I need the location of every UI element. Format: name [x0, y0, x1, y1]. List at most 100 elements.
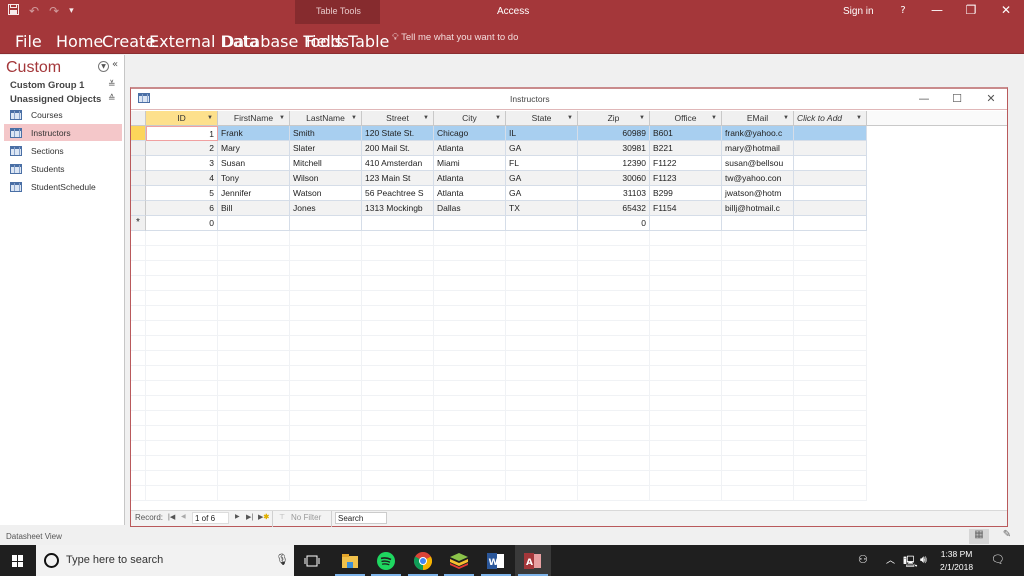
cell-zip[interactable]: 31103 [578, 186, 650, 201]
cell-firstname[interactable]: Mary [218, 141, 290, 156]
system-clock[interactable]: 1:38 PM 2/1/2018 [940, 548, 973, 574]
tab-file[interactable]: File [15, 32, 42, 51]
cell-zip[interactable]: 12390 [578, 156, 650, 171]
record-selector[interactable] [131, 186, 146, 201]
cell-city[interactable]: Atlanta [434, 141, 506, 156]
new-cell[interactable] [434, 216, 506, 231]
cell-lastname[interactable]: Smith [290, 126, 362, 141]
chevron-down-icon[interactable]: ≚ [108, 80, 116, 90]
cell-state[interactable]: GA [506, 171, 578, 186]
dropdown-arrow-icon[interactable]: ▼ [279, 111, 285, 125]
taskbar-word[interactable]: W [478, 545, 514, 576]
cell-state[interactable]: FL [506, 156, 578, 171]
cell-email[interactable]: tw@yahoo.con [722, 171, 794, 186]
taskbar-access[interactable]: A [515, 545, 551, 576]
nav-group-unassigned[interactable]: Unassigned Objects [10, 94, 101, 105]
dropdown-arrow-icon[interactable]: ▼ [711, 111, 717, 125]
taskbar-spotify[interactable] [368, 545, 404, 576]
column-header-email[interactable]: EMail ▼ [722, 111, 794, 126]
cell-office[interactable]: F1123 [650, 171, 722, 186]
taskbar-file-explorer[interactable] [332, 545, 368, 576]
column-header-office[interactable]: Office ▼ [650, 111, 722, 126]
datasheet-view-button[interactable]: ▦ [969, 529, 989, 544]
nav-item-studentschedule[interactable]: StudentSchedule [4, 178, 122, 195]
cell-street[interactable]: 120 State St. [362, 126, 434, 141]
cell-click-to-add[interactable] [794, 201, 867, 216]
cell-id[interactable]: 2 [146, 141, 218, 156]
nav-group-custom-group-1[interactable]: Custom Group 1 [10, 80, 84, 91]
tell-me-box[interactable]: 💡︎ Tell me what you want to do [392, 32, 518, 43]
design-view-button[interactable]: ✎ [997, 529, 1017, 544]
action-center-icon[interactable]: 🗨︎ [991, 553, 1005, 566]
cell-id[interactable]: 5 [146, 186, 218, 201]
search-field[interactable]: Search [335, 512, 387, 524]
start-button[interactable] [0, 545, 36, 576]
next-record-button[interactable]: ▶ [235, 513, 240, 520]
table-row[interactable]: 2 Mary Slater 200 Mail St. Atlanta GA 30981 B22… [131, 141, 1007, 156]
cell-city[interactable]: Dallas [434, 201, 506, 216]
cell-click-to-add[interactable] [794, 186, 867, 201]
cell-city[interactable]: Miami [434, 156, 506, 171]
dropdown-arrow-icon[interactable]: ▼ [351, 111, 357, 125]
cell-lastname[interactable]: Slater [290, 141, 362, 156]
doc-maximize-button[interactable]: ☐ [949, 92, 965, 105]
dropdown-arrow-icon[interactable]: ▼ [783, 111, 789, 125]
dropdown-arrow-icon[interactable]: ▼ [567, 111, 573, 125]
cell-zip[interactable]: 65432 [578, 201, 650, 216]
volume-icon[interactable]: 🔊︎ [920, 553, 927, 567]
cell-lastname[interactable]: Wilson [290, 171, 362, 186]
cell-click-to-add[interactable] [794, 171, 867, 186]
cell-state[interactable]: GA [506, 141, 578, 156]
cell-street[interactable]: 56 Peachtree S [362, 186, 434, 201]
table-row[interactable]: 3 Susan Mitchell 410 Amsterdan Miami FL 12390 F… [131, 156, 1007, 171]
cell-email[interactable]: jwatson@hotm [722, 186, 794, 201]
nav-pane-title[interactable]: Custom [6, 59, 61, 77]
help-button[interactable]: ? [893, 5, 913, 16]
nav-item-instructors[interactable]: Instructors [4, 124, 122, 141]
cell-email[interactable]: frank@yahoo.c [722, 126, 794, 141]
cell-office[interactable]: B601 [650, 126, 722, 141]
record-selector[interactable] [131, 156, 146, 171]
cell-zip[interactable]: 60989 [578, 126, 650, 141]
network-icon[interactable]: 🖳︎ [903, 553, 918, 572]
record-selector[interactable] [131, 171, 146, 186]
cell-firstname[interactable]: Bill [218, 201, 290, 216]
tab-table[interactable]: Table [348, 32, 389, 51]
new-cell[interactable] [362, 216, 434, 231]
microphone-icon[interactable]: 🎙︎ [275, 553, 289, 566]
customize-qat-icon[interactable]: ▾ [69, 6, 74, 16]
cell-state[interactable]: IL [506, 126, 578, 141]
tab-home[interactable]: Home [56, 32, 103, 51]
column-header-street[interactable]: Street ▼ [362, 111, 434, 126]
table-row[interactable]: 1 Frank Smith 120 State St. Chicago IL 60989 B6… [131, 126, 1007, 141]
new-cell[interactable] [650, 216, 722, 231]
sign-in-link[interactable]: Sign in [843, 6, 874, 17]
cell-state[interactable]: GA [506, 186, 578, 201]
restore-button[interactable]: ❐ [961, 3, 981, 17]
cell-firstname[interactable]: Frank [218, 126, 290, 141]
table-row[interactable]: 5 Jennifer Watson 56 Peachtree S Atlanta GA 31… [131, 186, 1007, 201]
cell-zip[interactable]: 30981 [578, 141, 650, 156]
new-cell[interactable]: 0 [578, 216, 650, 231]
new-cell[interactable]: 0 [146, 216, 218, 231]
record-selector[interactable] [131, 141, 146, 156]
dropdown-arrow-icon[interactable]: ▼ [207, 111, 213, 125]
dropdown-arrow-icon[interactable]: ▼ [495, 111, 501, 125]
tab-fields[interactable]: Fields [304, 32, 349, 51]
cell-click-to-add[interactable] [794, 126, 867, 141]
previous-record-button[interactable]: ◀ [181, 513, 186, 520]
cell-lastname[interactable]: Jones [290, 201, 362, 216]
task-view-button[interactable] [294, 545, 330, 576]
cell-office[interactable]: B299 [650, 186, 722, 201]
show-hidden-icons-chevron[interactable]: ︿ [886, 553, 895, 566]
new-cell[interactable] [506, 216, 578, 231]
new-record-button[interactable]: ▶✱ [258, 513, 269, 521]
new-cell[interactable] [722, 216, 794, 231]
cell-id[interactable]: 1 [146, 126, 218, 141]
cell-city[interactable]: Atlanta [434, 171, 506, 186]
save-icon[interactable] [8, 4, 19, 18]
cell-id[interactable]: 6 [146, 201, 218, 216]
column-header-firstname[interactable]: FirstName ▼ [218, 111, 290, 126]
new-cell[interactable] [794, 216, 867, 231]
taskbar-search[interactable]: Type here to search 🎙︎ [36, 545, 294, 576]
